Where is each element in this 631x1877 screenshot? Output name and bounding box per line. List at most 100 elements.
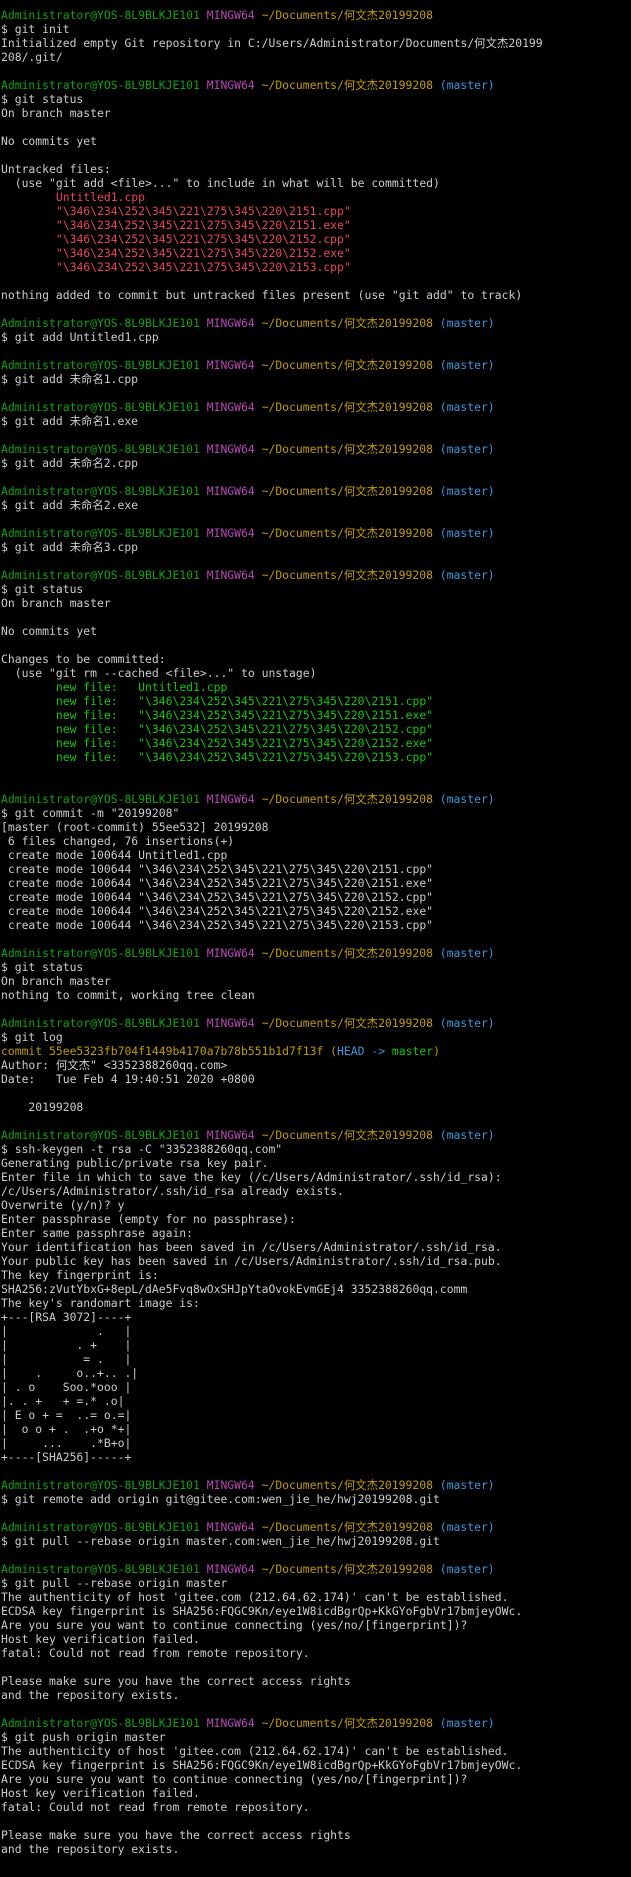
prompt-branch: (master) <box>439 946 495 960</box>
terminal-line: Enter file in which to save the key (/c/… <box>1 1170 631 1184</box>
terminal-line: No commits yet <box>1 134 631 148</box>
prompt-path: ~/Documents/何文杰20199208 <box>261 568 433 582</box>
prompt-branch: (master) <box>439 568 495 582</box>
prompt-user-host: Administrator@YOS-8L9BLKJE101 <box>1 1478 200 1492</box>
terminal-line: create mode 100644 "\346\234\252\345\221… <box>1 862 631 876</box>
prompt-mingw-label: MINGW64 <box>206 1520 255 1534</box>
terminal-line: $ git status <box>1 960 631 974</box>
terminal-line: Administrator@YOS-8L9BLKJE101 MINGW64 ~/… <box>1 1478 631 1492</box>
terminal-output[interactable]: Administrator@YOS-8L9BLKJE101 MINGW64 ~/… <box>0 0 631 1877</box>
terminal-line: | = . | <box>1 1352 631 1366</box>
terminal-line: new file: Untitled1.cpp <box>1 680 631 694</box>
prompt-mingw-label: MINGW64 <box>206 792 255 806</box>
terminal-text: Host key verification failed. <box>1 1632 200 1646</box>
terminal-line: "\346\234\252\345\221\275\345\220\2151.e… <box>1 218 631 232</box>
terminal-text: No commits yet <box>1 134 98 148</box>
terminal-text: Enter file in which to save the key (/c/… <box>1 1170 502 1184</box>
terminal-line: new file: "\346\234\252\345\221\275\345\… <box>1 708 631 722</box>
terminal-text: |. . + + =.* .o| <box>1 1394 125 1408</box>
terminal-line: Administrator@YOS-8L9BLKJE101 MINGW64 ~/… <box>1 358 631 372</box>
terminal-line: $ git commit -m "20199208" <box>1 806 631 820</box>
terminal-text: Your identification has been saved in /c… <box>1 1240 502 1254</box>
prompt-user-host: Administrator@YOS-8L9BLKJE101 <box>1 78 200 92</box>
terminal-line: | o o + . .+o *+| <box>1 1422 631 1436</box>
terminal-line: Date: Tue Feb 4 19:40:51 2020 +0800 <box>1 1072 631 1086</box>
terminal-text: $ git add Untitled1.cpp <box>1 330 159 344</box>
staged-file: master <box>391 1044 434 1058</box>
terminal-text: ECDSA key fingerprint is SHA256:FQGC9Kn/… <box>1 1758 523 1772</box>
terminal-line: 20199208 <box>1 1100 631 1114</box>
prompt-user-host: Administrator@YOS-8L9BLKJE101 <box>1 1562 200 1576</box>
prompt-user-host: Administrator@YOS-8L9BLKJE101 <box>1 1128 200 1142</box>
terminal-line: "\346\234\252\345\221\275\345\220\2153.c… <box>1 260 631 274</box>
terminal-line: Administrator@YOS-8L9BLKJE101 MINGW64 ~/… <box>1 792 631 806</box>
terminal-line: create mode 100644 "\346\234\252\345\221… <box>1 918 631 932</box>
terminal-text: The authenticity of host 'gitee.com (212… <box>1 1744 509 1758</box>
commit-hash: ( <box>323 1044 338 1058</box>
terminal-text: [master (root-commit) 55ee532] 20199208 <box>1 820 269 834</box>
staged-file: new file: "\346\234\252\345\221\275\345\… <box>55 708 434 722</box>
prompt-user-host: Administrator@YOS-8L9BLKJE101 <box>1 8 200 22</box>
terminal-text: nothing to commit, working tree clean <box>1 988 255 1002</box>
terminal-line: |. . + + =.* .o| <box>1 1394 631 1408</box>
prompt-branch: (master) <box>439 400 495 414</box>
prompt-branch: (master) <box>439 316 495 330</box>
terminal-line: $ git add 未命名2.exe <box>1 498 631 512</box>
terminal-line: $ git add 未命名3.cpp <box>1 540 631 554</box>
prompt-path: ~/Documents/何文杰20199208 <box>261 78 433 92</box>
terminal-line: The authenticity of host 'gitee.com (212… <box>1 1744 631 1758</box>
head-ref: HEAD -> <box>337 1044 392 1058</box>
terminal-line: $ git add 未命名1.exe <box>1 414 631 428</box>
prompt-path: ~/Documents/何文杰20199208 <box>261 1520 433 1534</box>
prompt-path: ~/Documents/何文杰20199208 <box>261 1128 433 1142</box>
terminal-text: 6 files changed, 76 insertions(+) <box>1 834 235 848</box>
terminal-line: SHA256:zVutYbxG+8epL/dAe5Fvq8wOxSHJpYtaO… <box>1 1282 631 1296</box>
terminal-line: $ git pull --rebase origin master.com:we… <box>1 1534 631 1548</box>
prompt-branch: (master) <box>439 1016 495 1030</box>
terminal-text: +---[RSA 3072]----+ <box>1 1310 132 1324</box>
terminal-text: $ git status <box>1 960 84 974</box>
prompt-path: ~/Documents/何文杰20199208 <box>261 1478 433 1492</box>
terminal-line: "\346\234\252\345\221\275\345\220\2151.c… <box>1 204 631 218</box>
terminal-text: | E o + = ..= o.=| <box>1 1408 132 1422</box>
prompt-user-host: Administrator@YOS-8L9BLKJE101 <box>1 526 200 540</box>
terminal-line: new file: "\346\234\252\345\221\275\345\… <box>1 750 631 764</box>
staged-file: new file: Untitled1.cpp <box>55 680 228 694</box>
untracked-file: "\346\234\252\345\221\275\345\220\2151.c… <box>55 204 351 218</box>
terminal-line: Host key verification failed. <box>1 1786 631 1800</box>
terminal-text: (use "git add <file>..." to include in w… <box>1 176 440 190</box>
prompt-path: ~/Documents/何文杰20199208 <box>261 8 433 22</box>
terminal-line: and the repository exists. <box>1 1688 631 1702</box>
terminal-text: $ git commit -m "20199208" <box>1 806 180 820</box>
terminal-line: Are you sure you want to continue connec… <box>1 1618 631 1632</box>
terminal-line: Administrator@YOS-8L9BLKJE101 MINGW64 ~/… <box>1 442 631 456</box>
prompt-mingw-label: MINGW64 <box>206 78 255 92</box>
